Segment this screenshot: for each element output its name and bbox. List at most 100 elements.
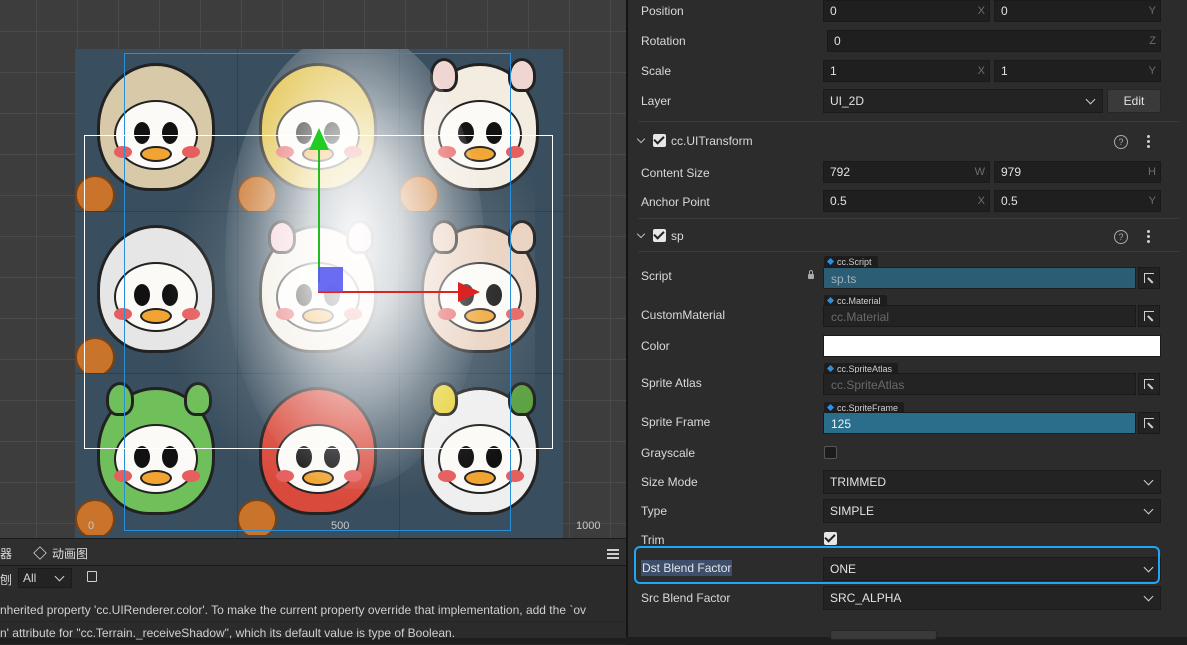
log-level-value: All [23,571,37,585]
position-label: Position [641,4,684,18]
src-blend-factor-label: Src Blend Factor [641,591,731,605]
scale-y-field[interactable]: 1Y [994,60,1161,82]
anchor-point-row: Anchor Point 0.5 X 0.5 Y [628,190,1187,212]
ruler-label: 1000 [576,520,601,532]
content-size-width-field[interactable]: 792 W [823,161,990,183]
sprite-atlas-row: Sprite Atlas cc.SpriteAtlas cc.SpriteAtl… [628,363,1187,397]
script-asset-field[interactable]: sp.ts [823,267,1136,289]
uitransform-header[interactable]: cc.UITransform ? [628,129,1187,153]
content-size-label: Content Size [641,166,710,180]
src-blend-factor-row: Src Blend Factor SRC_ALPHA [628,586,1187,610]
filter-label: 刨 [0,573,13,587]
gizmo-y-arrow-icon[interactable] [309,128,329,150]
grayscale-label: Grayscale [641,446,696,460]
size-mode-row: Size Mode TRIMMED [628,469,1187,494]
highlight-outline [634,546,1160,584]
size-mode-label: Size Mode [641,475,698,489]
sprite-frame-row: Sprite Frame cc.SpriteFrame 125 [628,402,1187,436]
panel-menu-icon[interactable] [607,547,619,561]
uitransform-enabled-checkbox[interactable] [653,134,666,147]
divider [638,218,1179,219]
sp-title: sp [671,229,684,243]
rotation-z-field[interactable]: 0Z [827,30,1161,52]
sprite-frame-label: Sprite Frame [641,415,711,429]
type-row: Type SIMPLE [628,498,1187,523]
rotation-row: Rotation 0Z [628,30,1187,52]
position-y-field[interactable]: 0Y [994,0,1161,22]
scale-x-field[interactable]: 1X [823,60,990,82]
inspector-panel: Position 0X 0Y Rotation 0Z Scale 1X 1Y L… [628,0,1187,640]
animation-graph-icon [33,546,47,560]
color-swatch[interactable] [823,335,1161,357]
anchor-point-label: Anchor Point [641,195,710,209]
chevron-down-icon [1143,591,1154,602]
chevron-down-icon [1143,475,1154,486]
more-options-icon[interactable] [1147,230,1150,245]
chevron-down-icon [54,571,65,582]
help-icon[interactable]: ? [1114,230,1128,244]
log-entry[interactable]: n' attribute for "cc.Terrain._receiveSha… [0,622,626,645]
tab-animation-label: 动画图 [52,547,89,561]
position-row: Position 0X 0Y [628,0,1187,22]
rotation-label: Rotation [641,34,686,48]
log-list: nherited property 'cc.UIRenderer.color'.… [0,599,626,645]
scale-row: Scale 1X 1Y [628,60,1187,82]
content-size-height-field[interactable]: 979 H [994,161,1161,183]
type-select[interactable]: SIMPLE [823,499,1161,523]
layer-row: Layer UI_2D Edit [628,89,1187,113]
color-row: Color [628,334,1187,358]
type-label: Type [641,504,668,518]
grayscale-checkbox[interactable] [824,446,837,459]
tab-partial[interactable]: 器 [0,545,12,562]
log-level-select[interactable]: All [18,568,72,588]
locate-asset-icon[interactable] [1138,305,1160,327]
locate-asset-icon[interactable] [1138,267,1160,289]
sp-component-header[interactable]: sp ? [628,224,1187,248]
more-options-icon[interactable] [1147,135,1150,150]
collapse-arrow-icon[interactable] [636,229,646,239]
content-size-row: Content Size 792 W 979 H [628,161,1187,183]
sprite-atlas-asset-field[interactable]: cc.SpriteAtlas [823,373,1136,395]
custom-material-asset-field[interactable]: cc.Material [823,305,1136,327]
position-x-field[interactable]: 0X [823,0,990,22]
layer-edit-button[interactable]: Edit [1107,89,1161,113]
scale-label: Scale [641,64,672,78]
clear-log-icon[interactable] [87,571,97,582]
console-toolbar: 刨 All [0,566,626,590]
anchor-point-y-field[interactable]: 0.5 Y [994,190,1161,212]
ruler-label: 0 [88,520,95,532]
sp-enabled-checkbox[interactable] [653,229,666,242]
uitransform-title: cc.UITransform [671,134,753,148]
custom-material-label: CustomMaterial [641,308,726,322]
ruler-label: 500 [331,520,350,532]
anchor-point-x-field[interactable]: 0.5 X [823,190,990,212]
layer-select[interactable]: UI_2D [823,89,1103,113]
size-mode-select[interactable]: TRIMMED [823,470,1161,494]
scene-view[interactable]: 0 500 1000 [0,0,626,538]
color-label: Color [641,339,670,353]
grayscale-row: Grayscale [628,443,1187,463]
gizmo-x-arrow-icon[interactable] [458,282,480,302]
help-icon[interactable]: ? [1114,135,1128,149]
sprite-frame-asset-field[interactable]: 125 [823,412,1136,434]
trim-checkbox[interactable] [824,532,837,545]
add-component-button[interactable] [830,630,937,640]
locate-asset-icon[interactable] [1138,412,1160,434]
gizmo-origin-handle[interactable] [318,267,343,292]
layer-label: Layer [641,94,672,108]
log-entry[interactable]: nherited property 'cc.UIRenderer.color'.… [0,599,626,622]
panel-tabs: 器 动画图 [0,539,626,566]
divider [638,251,1179,252]
custom-material-row: CustomMaterial cc.Material cc.Material [628,295,1187,329]
script-row: Script cc.Script sp.ts [628,256,1187,290]
trim-label: Trim [641,533,665,547]
sprite-atlas-label: Sprite Atlas [641,376,702,390]
tab-animation-graph[interactable]: 动画图 [33,545,89,562]
src-blend-factor-select[interactable]: SRC_ALPHA [823,586,1161,610]
collapse-arrow-icon[interactable] [636,134,646,144]
locate-asset-icon[interactable] [1138,373,1160,395]
script-label: Script [641,269,672,283]
console-panel: 器 动画图 刨 All nherited property 'cc.UIRend… [0,538,626,645]
chevron-down-icon [1085,94,1096,105]
gizmo-y-axis[interactable] [318,148,320,282]
